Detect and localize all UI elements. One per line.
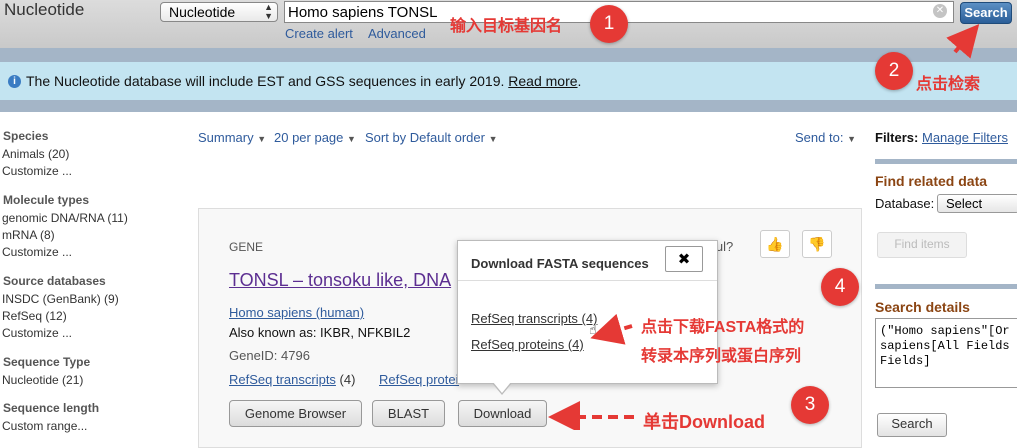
arrow-to-search-button xyxy=(946,23,980,59)
arrow-to-popup-links xyxy=(590,313,633,345)
annotation-arrows xyxy=(548,23,980,430)
